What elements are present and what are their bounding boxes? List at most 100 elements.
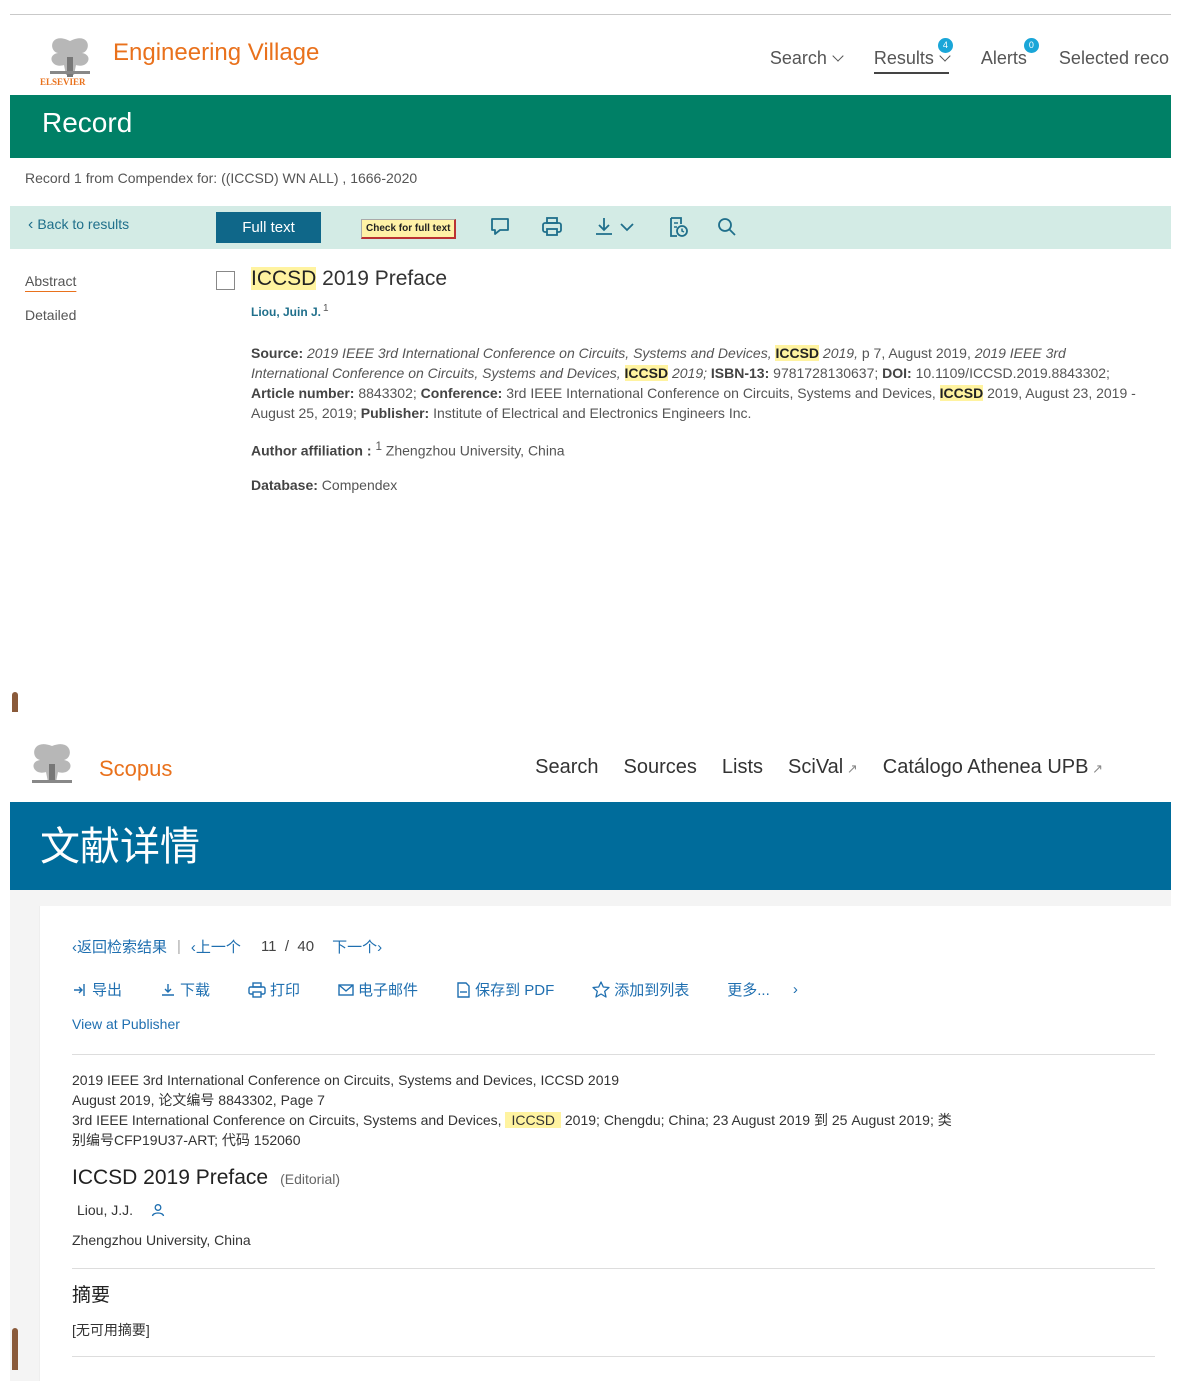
ev-brand-name[interactable]: Engineering Village: [113, 39, 319, 67]
ev-page-title: Record: [42, 107, 133, 138]
ev-header: ELSEVIER Engineering Village Search Resu…: [10, 15, 1171, 95]
document-title-text: ICCSD 2019 Preface: [72, 1166, 269, 1189]
nav-search[interactable]: Search: [535, 756, 598, 779]
email-button[interactable]: 电子邮件: [338, 979, 437, 1000]
download-icon: [162, 983, 175, 996]
scrollbar-handle[interactable]: [12, 1328, 18, 1370]
result-pager: ‹返回检索结果 | ‹上一个 11 / 40 下一个›: [72, 936, 382, 957]
download-icon[interactable]: [593, 215, 639, 239]
nav-selected-records[interactable]: Selected reco: [1059, 48, 1169, 69]
nav-results-label: Results: [873, 48, 934, 68]
conference-label: Conference:: [420, 385, 503, 401]
comment-icon[interactable]: [488, 215, 512, 239]
scopus-brand-name[interactable]: Scopus: [99, 756, 172, 782]
back-to-results-link[interactable]: Back to results: [28, 216, 129, 234]
more-actions-button[interactable]: 更多... ›: [727, 979, 798, 1000]
result-position: 11 / 40: [261, 938, 314, 955]
result-current: 11: [260, 938, 277, 955]
view-at-publisher-link[interactable]: View at Publisher: [72, 1016, 180, 1032]
publisher-value: Institute of Electrical and Electronics …: [429, 405, 752, 421]
export-button[interactable]: 导出: [72, 979, 141, 1000]
elsevier-tree-logo[interactable]: [24, 734, 80, 786]
scopus-panel: Scopus Search Sources Lists SciVal Catál…: [10, 732, 1171, 1381]
elsevier-tree-logo[interactable]: ELSEVIER: [40, 21, 100, 87]
chevron-down-icon: [832, 50, 844, 62]
author-affiliation-marker: 1: [323, 303, 329, 314]
download-button[interactable]: 下载: [160, 979, 229, 1000]
conference-highlight: ICCSD: [939, 385, 984, 401]
document-title: ICCSD 2019 Preface (Editorial): [72, 1166, 340, 1190]
source-highlight: ICCSD: [775, 345, 820, 361]
nav-alerts[interactable]: Alerts 0: [980, 38, 1039, 69]
affiliation-value: Zhengzhou University, China: [381, 442, 565, 459]
article-number-label: Article number:: [251, 385, 355, 401]
article-number-value: 8843302;: [354, 385, 417, 401]
abstract-text: [无可用摘要]: [72, 1322, 150, 1338]
bookmark-clock-icon[interactable]: [666, 215, 690, 239]
database-label: Database:: [251, 476, 318, 493]
print-icon: [248, 981, 266, 998]
print-icon[interactable]: [540, 215, 564, 239]
divider: [72, 1054, 1155, 1055]
ev-record-breadcrumb: Record 1 from Compendex for: ((ICCSD) WN…: [25, 170, 418, 186]
isbn-value: 9781728130637;: [769, 365, 879, 381]
scrollbar-handle[interactable]: [12, 692, 18, 712]
record-select-checkbox[interactable]: [216, 271, 235, 290]
user-icon[interactable]: [151, 1203, 165, 1217]
result-total: 40: [297, 938, 315, 955]
full-text-button[interactable]: Full text: [216, 212, 321, 243]
nav-sources[interactable]: Sources: [624, 756, 697, 779]
sc-document-card: ‹返回检索结果 | ‹上一个 11 / 40 下一个› 导出 下载 打印 电子邮…: [40, 906, 1171, 1381]
export-icon: [74, 983, 85, 996]
nav-scival[interactable]: SciVal: [788, 756, 858, 779]
save-pdf-button[interactable]: 保存到 PDF: [456, 979, 573, 1000]
author-link[interactable]: Liou, J.J.: [77, 1202, 133, 1218]
affiliation-label: Author affiliation :: [251, 442, 372, 459]
source-conference: 2019 IEEE 3rd International Conference o…: [307, 345, 772, 361]
title-rest: 2019 Preface: [316, 267, 448, 290]
doi-value[interactable]: 10.1109/ICCSD.2019.8843302;: [912, 365, 1110, 381]
author-affiliation: Author affiliation : 1 Zhengzhou Univers…: [251, 437, 1141, 461]
ev-main-nav: Search Results 4 Alerts 0 Selected reco: [738, 38, 1169, 74]
search-icon[interactable]: [715, 215, 739, 239]
pdf-icon: [457, 981, 470, 998]
record-title: ICCSD 2019 Preface: [251, 267, 447, 291]
check-for-full-text-button[interactable]: Check for full text: [361, 219, 457, 239]
tab-abstract[interactable]: Abstract: [25, 273, 76, 289]
isbn-label: ISBN-13:: [710, 365, 770, 381]
record-author: Liou, Juin J. 1: [251, 303, 329, 319]
sc-page-title: 文献详情: [40, 825, 200, 869]
nav-catalogo[interactable]: Catálogo Athenea UPB: [883, 756, 1103, 779]
alerts-count-badge: 0: [1023, 38, 1039, 53]
nav-search-label: Search: [769, 48, 827, 68]
result-slash: /: [284, 938, 290, 955]
engineering-village-panel: ELSEVIER Engineering Village Search Resu…: [10, 14, 1171, 694]
sc-header: Scopus Search Sources Lists SciVal Catál…: [10, 732, 1171, 802]
title-highlight: ICCSD: [251, 267, 317, 290]
sc-page-banner: 文献详情: [10, 802, 1171, 890]
source-label: Source:: [251, 345, 304, 361]
nav-lists[interactable]: Lists: [722, 756, 763, 779]
source-year-2: 2019;: [668, 365, 708, 381]
source-highlight-2: ICCSD: [624, 365, 669, 381]
add-to-list-button[interactable]: 添加到列表: [592, 979, 708, 1000]
document-type: (Editorial): [280, 1171, 341, 1187]
source-year: 2019,: [819, 345, 858, 361]
nav-selected-label: Selected reco: [1058, 48, 1169, 68]
sc-main-nav: Search Sources Lists SciVal Catálogo Ath…: [510, 756, 1103, 779]
document-source-info: 2019 IEEE 3rd International Conference o…: [72, 1070, 952, 1150]
print-button[interactable]: 打印: [248, 979, 319, 1000]
nav-search[interactable]: Search: [769, 48, 844, 69]
previous-result-link[interactable]: ‹上一个: [191, 936, 241, 957]
star-icon: [592, 981, 610, 998]
nav-alerts-label: Alerts: [980, 48, 1027, 68]
next-result-link[interactable]: 下一个›: [332, 936, 382, 957]
nav-results[interactable]: Results 4: [873, 38, 953, 74]
tab-detailed[interactable]: Detailed: [25, 307, 76, 323]
source-issue: August 2019, 论文编号 8843302, Page 7: [72, 1092, 325, 1108]
author-link[interactable]: Liou, Juin J.: [251, 305, 321, 319]
pager-divider: |: [177, 938, 181, 955]
ev-record-toolbar: Back to results Full text Check for full…: [10, 206, 1171, 249]
back-to-search-results-link[interactable]: ‹返回检索结果: [72, 936, 167, 957]
email-icon: [338, 983, 354, 996]
